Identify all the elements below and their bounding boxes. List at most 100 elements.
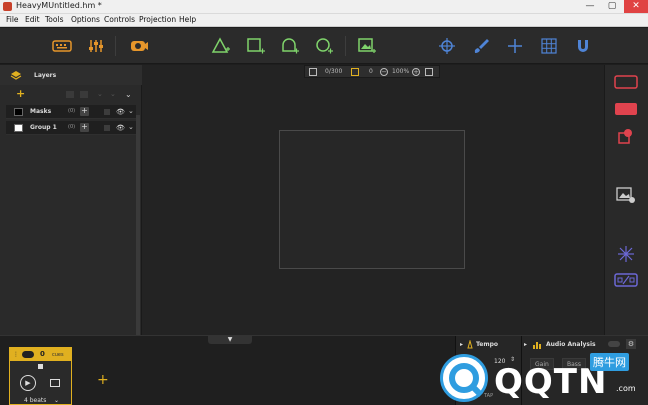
brush-icon[interactable] (470, 35, 492, 57)
add-layer-icon[interactable]: + (16, 88, 25, 99)
main-toolbar (0, 28, 648, 64)
canvas-value: 0 (369, 68, 373, 75)
layers-panel: Layers + ⌄ ⌄ ⌄ Masks (0) + 👁 ⌄ Group 1 (… (0, 65, 142, 335)
close-button[interactable]: ✕ (624, 0, 648, 13)
tempo-title: Tempo (476, 341, 499, 348)
layer-color-swatch[interactable] (14, 108, 23, 116)
mixer-sliders-icon[interactable] (85, 35, 107, 57)
zoom-level: 100% (392, 68, 410, 75)
layer-count: (0) (68, 108, 76, 114)
drag-handle-icon[interactable]: ⋮ (13, 351, 19, 358)
layers-icon (10, 71, 22, 80)
beats-select[interactable]: 4 beats (24, 397, 46, 404)
toolbar-separator (115, 36, 116, 56)
gear-icon[interactable]: ⚙ (626, 339, 636, 349)
menu-file[interactable]: File (6, 15, 19, 24)
sparkle-icon[interactable] (613, 245, 639, 263)
eye-icon[interactable]: 👁 (116, 124, 125, 132)
crosshair-icon[interactable] (504, 35, 526, 57)
watermark-logo-icon (440, 354, 488, 402)
layer-name: Masks (30, 108, 52, 115)
add-polygon-icon[interactable] (313, 35, 335, 57)
target-icon[interactable] (436, 35, 458, 57)
chevron-icon[interactable]: ⌄ (110, 90, 116, 98)
layers-title: Layers (34, 72, 57, 79)
add-triangle-icon[interactable] (210, 35, 232, 57)
chevron-down-icon[interactable]: ⌄ (54, 397, 59, 404)
bar-chart-icon (533, 342, 541, 349)
outline-rect-icon[interactable] (613, 73, 639, 91)
play-icon[interactable]: ▶ (20, 375, 36, 391)
chevron-down-icon[interactable]: ⌄ (128, 107, 134, 115)
right-tools-panel (604, 65, 648, 335)
fullscreen-icon[interactable] (425, 68, 433, 76)
filled-rect-icon[interactable] (613, 100, 639, 118)
add-icon[interactable]: + (80, 107, 89, 116)
cue-marker (38, 364, 43, 369)
lock-icon[interactable] (104, 109, 110, 115)
menu-help[interactable]: Help (179, 15, 196, 24)
mask-shape-icon[interactable] (613, 127, 639, 145)
add-cue-icon[interactable]: + (97, 373, 109, 387)
canvas-area[interactable]: 0/300 0 − 100% + (142, 65, 604, 335)
cue-card[interactable]: ⋮ 0 cues ▶ 4 beats ⌄ (9, 347, 72, 405)
layers-header: Layers (0, 65, 142, 85)
cue-label: cues (52, 352, 64, 358)
menu-projection[interactable]: Projection (139, 15, 176, 24)
menu-options[interactable]: Options (71, 15, 100, 24)
layer-name: Group 1 (30, 124, 57, 131)
webcam-icon[interactable] (128, 35, 150, 57)
toolbar-separator (345, 36, 346, 56)
watermark-tag: 腾牛网 (590, 353, 629, 371)
menu-bar: File Edit Tools Options Controls Project… (0, 14, 648, 27)
chevron-down-icon[interactable]: ⌄ (128, 123, 134, 131)
app-logo-icon (3, 2, 12, 11)
lock-icon[interactable] (104, 125, 110, 131)
chevron-down-icon[interactable]: ⌄ (125, 90, 132, 99)
maximize-button[interactable]: ▢ (602, 0, 622, 13)
layer-tool-icon[interactable] (80, 91, 88, 98)
eye-icon[interactable]: 👁 (116, 108, 125, 116)
expand-arrow-icon[interactable]: ▸ (524, 341, 527, 348)
chevron-icon[interactable]: ⌄ (97, 90, 103, 98)
window-title: HeavyMUntitled.hm * (16, 1, 102, 10)
layer-row-group-1[interactable]: Group 1 (0) + 👁 ⌄ (6, 121, 136, 135)
layer-count: (0) (68, 124, 76, 130)
layer-tool-icon[interactable] (66, 91, 74, 98)
metronome-icon (467, 340, 473, 349)
add-icon[interactable]: + (80, 123, 89, 132)
layer-row-masks[interactable]: Masks (0) + 👁 ⌄ (6, 105, 136, 119)
layers-scrollbar[interactable] (136, 115, 140, 335)
watermark: QQTN 腾牛网 .com (440, 350, 648, 404)
keyboard-icon[interactable] (51, 35, 73, 57)
zoom-out-icon[interactable]: − (380, 68, 388, 76)
add-image-icon[interactable] (356, 35, 378, 57)
cue-header: ⋮ 0 cues (10, 348, 71, 361)
grid-icon[interactable] (538, 35, 560, 57)
title-bar: HeavyMUntitled.hm * — ▢ ✕ (0, 0, 648, 14)
audio-title: Audio Analysis (546, 341, 596, 348)
cue-toggle[interactable] (22, 351, 34, 358)
minimize-button[interactable]: — (580, 0, 600, 13)
add-circle-icon[interactable] (279, 35, 301, 57)
output-icon[interactable] (613, 271, 639, 289)
add-square-icon[interactable] (245, 35, 267, 57)
stage-canvas[interactable] (279, 130, 465, 269)
watermark-site: .com (616, 384, 636, 393)
expand-arrow-icon[interactable]: ▸ (460, 341, 463, 348)
collapse-handle[interactable]: ▼ (208, 336, 252, 344)
layer-color-swatch[interactable] (14, 124, 23, 132)
menu-edit[interactable]: Edit (25, 15, 40, 24)
audio-toggle[interactable] (608, 341, 620, 347)
menu-tools[interactable]: Tools (45, 15, 63, 24)
cue-count: 0 (40, 350, 45, 358)
menu-controls[interactable]: Controls (104, 15, 135, 24)
loop-icon[interactable] (50, 379, 60, 387)
fit-icon[interactable] (309, 68, 317, 76)
crop-icon[interactable] (351, 68, 359, 76)
frame-counter: 0/300 (325, 68, 343, 75)
canvas-toolbar: 0/300 0 − 100% + (304, 65, 440, 78)
image-settings-icon[interactable] (613, 186, 639, 204)
magnet-icon[interactable] (572, 35, 594, 57)
zoom-in-icon[interactable]: + (412, 68, 420, 76)
